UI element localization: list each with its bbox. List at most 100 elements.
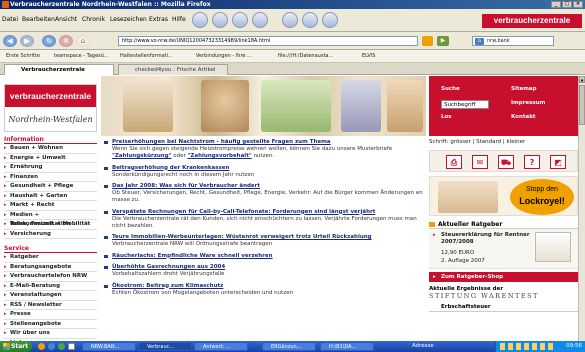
toolbar-cut-icon[interactable] <box>282 12 298 28</box>
nav-item-information-8[interactable]: Reise, Freizeit + Mobilität <box>4 220 97 230</box>
menu-ansicht[interactable]: Ansicht <box>55 16 77 23</box>
los-button[interactable]: Los <box>441 114 452 120</box>
bookmark-haltestellen[interactable]: Haltestellenformati... <box>120 50 173 63</box>
toolbar-mail-icon[interactable] <box>192 12 208 28</box>
scroll-up-icon[interactable]: ▲ <box>579 76 585 83</box>
bookmark-elvis[interactable]: ELVIS <box>362 50 375 63</box>
ratgeber-shop-link[interactable]: Zum Ratgeber-Shop <box>429 272 578 282</box>
quicklaunch-firefox-icon[interactable] <box>38 343 45 350</box>
help-icon[interactable]: ? <box>524 155 540 169</box>
nav-item-information-9[interactable]: Versicherung <box>4 230 97 239</box>
nav-item-information-5[interactable]: Haushalt + Garten <box>4 192 97 201</box>
go-icon[interactable]: ▶ <box>437 36 449 46</box>
search-input[interactable]: G nrw.bank <box>472 36 554 46</box>
taskbar-antwort[interactable]: Antwort: ... <box>194 342 248 351</box>
pdf-icon[interactable]: ◩ <box>550 155 566 169</box>
news-title-link[interactable]: Räucherlachs: Empfindliche Ware schnell … <box>112 253 426 260</box>
link-kontakt[interactable]: Kontakt <box>511 114 536 120</box>
bookmark-erste-schritte[interactable]: Erste Schritte <box>6 50 40 63</box>
book-cover-image[interactable] <box>535 232 571 262</box>
musterbrief-link[interactable]: "Zahlungskürzung" <box>112 153 172 159</box>
taskbar-verbraucher[interactable]: Verbrauc... <box>138 342 192 351</box>
nav-item-information-3[interactable]: Finanzen <box>4 173 97 182</box>
forward-icon[interactable]: ▶ <box>20 35 34 47</box>
news-list: Preiserhöhungen bei Nachtstrom - häufig … <box>104 139 426 339</box>
page-scrollbar[interactable]: ▲ <box>578 76 585 341</box>
tray-icons[interactable] <box>500 343 556 350</box>
close-button[interactable]: × <box>573 1 583 8</box>
news-title-link[interactable]: Verspätete Rechnungen für Call-by-Call-T… <box>112 209 426 216</box>
nav-item-service-8[interactable]: Wir über uns <box>4 329 97 339</box>
menu-bearbeiten[interactable]: Bearbeiten <box>22 16 55 23</box>
menu-extras[interactable]: Extras <box>149 16 168 23</box>
scroll-thumb[interactable] <box>579 85 585 125</box>
reload-icon[interactable]: ↻ <box>42 35 56 47</box>
stiftung-warentest-logo[interactable]: STIFTUNG WARENTEST <box>429 292 578 300</box>
menu-hilfe[interactable]: Hilfe <box>172 16 186 23</box>
taskbar-h-drive[interactable]: H:\B1\DA... <box>320 342 374 351</box>
nav-item-information-6[interactable]: Markt + Recht <box>4 201 97 211</box>
nav-item-information-4[interactable]: Gesundheit + Pflege <box>4 182 97 192</box>
maximize-button[interactable]: □ <box>562 1 572 8</box>
font-size-controls[interactable]: Schrift: grösser | Standard | kleiner <box>429 138 578 146</box>
nav-item-service-2[interactable]: Verbrauchertelefon NRW <box>4 272 97 282</box>
news-title-link[interactable]: Das Jahr 2008: Was sich für Verbraucher … <box>112 183 426 190</box>
site-search-input[interactable] <box>441 100 489 109</box>
toolbar-new-icon[interactable] <box>252 12 268 28</box>
search-engine-icon[interactable]: G <box>475 38 484 45</box>
toolbar-copy-icon[interactable] <box>302 12 318 28</box>
site-logo[interactable]: verbraucherzentrale Nordrhein-Westfalen <box>4 84 97 132</box>
back-icon[interactable]: ◀ <box>3 35 17 47</box>
printer-icon[interactable]: ⎙ <box>446 155 462 169</box>
address-bar[interactable]: http://www.vz-nrw.de/UNIQ120047323314989… <box>118 36 418 46</box>
lockroyel-banner[interactable]: Stopp den Lockroyel! <box>429 176 578 216</box>
toolbar-paste-icon[interactable] <box>322 12 338 28</box>
ratgeber-item[interactable]: Steuererklärung für Rentner 2007/2008 ▸ … <box>429 229 578 269</box>
start-button[interactable]: Start <box>0 341 32 352</box>
quicklaunch-desktop-icon[interactable] <box>68 343 75 350</box>
ratgeber-title[interactable]: Steuererklärung für Rentner 2007/2008 <box>441 232 531 246</box>
quicklaunch-ie-icon[interactable] <box>48 343 55 350</box>
news-title-link[interactable]: Ökostrom: Beitrag zum Klimaschutz <box>112 283 426 290</box>
taskbar-nrwbank[interactable]: NRW.BAN... <box>82 342 136 351</box>
link-sitemap[interactable]: Sitemap <box>511 86 537 92</box>
erbschaftsteuer-link[interactable]: Erbschaftsteuer <box>429 302 578 312</box>
bookmark-verbindungen[interactable]: Verbindungen - Ihre ... <box>196 50 252 63</box>
link-suche[interactable]: Suche <box>441 86 460 92</box>
nav-item-service-7[interactable]: Stellenangebote <box>4 320 97 329</box>
bookmark-teamspace[interactable]: teamspace - Tagesü... <box>54 50 109 63</box>
nav-item-information-7[interactable]: Medien + Telekommunikation <box>4 211 97 227</box>
toolbar-search-icon[interactable] <box>212 12 228 28</box>
nav-item-service-4[interactable]: Veranstaltungen <box>4 291 97 301</box>
stop-icon[interactable]: ✕ <box>59 35 73 47</box>
nav-item-information-2[interactable]: Ernährung <box>4 163 97 173</box>
news-title-link[interactable]: Beitragserhöhung der Krankenkassen <box>112 165 426 172</box>
rss-icon[interactable] <box>422 36 433 46</box>
bookmark-file[interactable]: file:///H:/Datenausta... <box>278 50 333 63</box>
toolbar-download-icon[interactable] <box>232 12 248 28</box>
nav-item-information-1[interactable]: Energie + Umwelt <box>4 154 97 163</box>
nav-item-information-0[interactable]: Bauen + Wohnen <box>4 144 97 154</box>
menu-chronik[interactable]: Chronik <box>82 16 105 23</box>
home-icon[interactable]: ⌂ <box>76 35 90 47</box>
link-impressum[interactable]: Impressum <box>511 100 545 106</box>
tab-checked4you[interactable]: checked4you : Frische Artikel <box>118 64 228 75</box>
nav-item-service-5[interactable]: RSS / Newsletter <box>4 301 97 310</box>
mail-icon[interactable]: ✉ <box>472 155 488 169</box>
nav-item-service-0[interactable]: Ratgeber <box>4 253 97 263</box>
minimize-button[interactable]: _ <box>551 1 561 8</box>
adresse-label[interactable]: Adresse <box>412 343 434 349</box>
news-title-link[interactable]: Preiserhöhungen bei Nachtstrom - häufig … <box>112 139 426 146</box>
cart-icon[interactable]: ⛟ <box>498 155 514 169</box>
menu-datei[interactable]: Datei <box>2 16 18 23</box>
nav-item-service-3[interactable]: E-Mail-Beratung <box>4 282 97 291</box>
tab-verbraucherzentrale[interactable]: Verbraucherzentrale Nordrein-... <box>4 64 114 84</box>
menu-lesezeichen[interactable]: Lesezeichen <box>110 16 147 23</box>
nav-item-service-6[interactable]: Presse <box>4 310 97 320</box>
news-title-link[interactable]: Teure Immobilien-Werbeunterlagen: Wüsten… <box>112 234 426 241</box>
news-title-link[interactable]: Überhöhte Gasrechnungen aus 2004 <box>112 264 426 271</box>
taskbar-ergaenzung[interactable]: ERGänzun... <box>262 342 316 351</box>
musterbrief-link[interactable]: "Zahlungsvorbehalt" <box>188 153 252 159</box>
quicklaunch-app-icon[interactable] <box>58 343 65 350</box>
nav-item-service-1[interactable]: Beratungsangebote <box>4 263 97 272</box>
